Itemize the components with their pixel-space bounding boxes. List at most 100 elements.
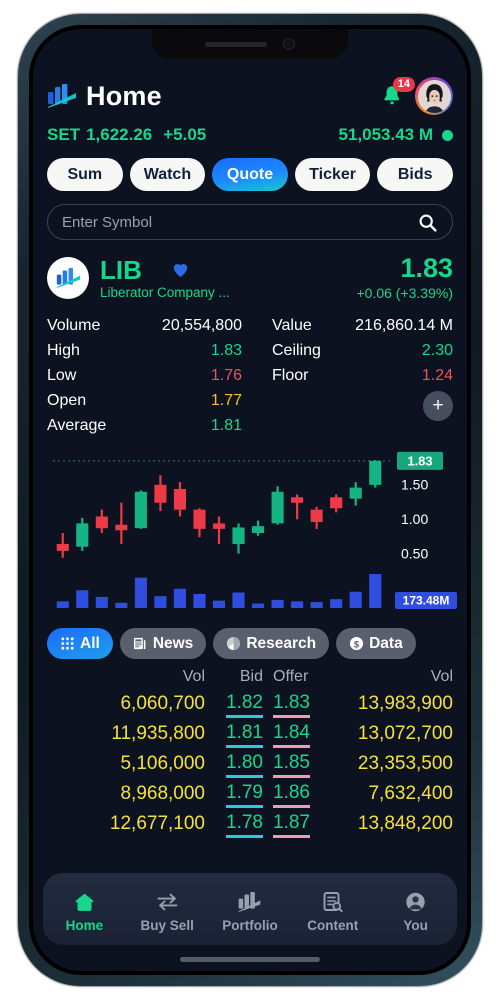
search-input[interactable]: Enter Symbol [62,214,417,231]
col-bid: Bid [239,668,263,685]
offer-volume: 13,072,700 [357,723,453,744]
col-offer: Offer [273,668,309,685]
nav-portfolio[interactable]: Portfolio [209,890,292,933]
stat-label: Volume [47,316,101,334]
home-icon [75,893,94,911]
stat-label: Low [47,366,77,384]
price-chart[interactable]: 1.50 1.00 0.50 1.83 173.48M [47,446,457,620]
search-bar[interactable]: Enter Symbol [47,204,453,240]
market-index-row[interactable]: SET 1,622.26 +5.05 51,053.43 M [47,124,453,146]
dollar-icon: $ [350,636,364,651]
table-row[interactable]: 8,968,000 1.79 1.86 7,632,400 [47,779,453,809]
notifications-button[interactable]: 14 [379,77,415,109]
transfer-arrows-icon [157,893,178,910]
stat-value: 1.24 [421,366,453,384]
bid-price: 1.82 [226,692,263,718]
symbol-logo [47,257,89,299]
stat-label: High [47,341,80,359]
filter-research[interactable]: Research [213,628,330,659]
stat-floor: Floor 1.24 [272,363,453,388]
svg-text:173.48M: 173.48M [403,594,450,608]
tab-quote[interactable]: Quote [212,158,288,191]
stat-value: 216,860.14 M [355,316,453,334]
bid-price: 1.79 [226,782,263,808]
stat-value: 1.77 [210,391,242,409]
liberator-bars-icon [47,83,77,109]
stats-grid: Volume 20,554,800 High 1.83 Low 1.76 Open 1.… [47,313,453,438]
tab-sum[interactable]: Sum [47,158,123,191]
grid-icon [61,637,74,650]
tab-watch[interactable]: Watch [129,158,206,191]
stat-label: Ceiling [272,341,321,359]
offer-volume: 13,848,200 [357,813,453,834]
avatar[interactable] [415,77,453,115]
stat-value: 2.30 [421,341,453,359]
phone-notch [152,29,348,59]
table-row[interactable]: 6,060,700 1.82 1.83 13,983,900 [47,689,453,719]
col-vol-left: Vol [182,668,205,685]
bid-volume: 12,677,100 [109,813,205,834]
person-icon [406,892,425,911]
offer-volume: 13,983,900 [357,693,453,714]
phone-bezel: Home 14 SET 1,622.26 +5.05 51,053.43 M S… [29,25,471,975]
avatar-image [417,79,451,113]
bottom-navigation: Home Buy Sell Portfolio Content You [43,873,457,945]
search-icon[interactable] [417,212,438,233]
nav-label: Portfolio [222,917,278,933]
index-value: 1,622.26 [86,125,153,144]
svg-text:1.00: 1.00 [401,511,428,527]
nav-content[interactable]: Content [291,890,374,933]
nav-buy-sell[interactable]: Buy Sell [126,890,209,933]
app-header: Home 14 [47,77,453,115]
stat-label: Open [47,391,87,409]
offer-volume: 7,632,400 [368,783,453,804]
filter-news[interactable]: News [119,628,207,659]
nav-you[interactable]: You [374,890,457,933]
table-header: Vol Bid Offer Vol [47,665,453,689]
filter-data[interactable]: $ Data [336,628,416,659]
stat-label: Value [272,316,312,334]
bid-volume: 6,060,700 [120,693,205,714]
tab-bids[interactable]: Bids [377,158,453,191]
nav-label: You [403,917,428,933]
bid-price: 1.80 [226,752,263,778]
table-row[interactable]: 5,106,000 1.80 1.85 23,353,500 [47,749,453,779]
bid-offer-table: Vol Bid Offer Vol 6,060,700 1.82 1.83 13… [47,665,453,839]
bid-volume: 5,106,000 [120,753,205,774]
phone-frame: Home 14 SET 1,622.26 +5.05 51,053.43 M S… [18,14,482,986]
offer-price: 1.86 [273,782,310,808]
svg-text:1.50: 1.50 [401,477,428,493]
table-row[interactable]: 11,935,800 1.81 1.84 13,072,700 [47,719,453,749]
offer-price: 1.84 [273,722,310,748]
tab-ticker[interactable]: Ticker [294,158,371,191]
bid-volume: 8,968,000 [120,783,205,804]
add-button[interactable]: + [423,391,453,421]
table-row[interactable]: 12,677,100 1.78 1.87 13,848,200 [47,809,453,839]
filter-label: All [80,634,100,652]
nav-home[interactable]: Home [43,890,126,933]
content-filters: All News Research $ Data [47,628,453,659]
offer-price: 1.87 [273,812,310,838]
stat-volume: Volume 20,554,800 [47,313,242,338]
stat-value: 20,554,800 [161,316,242,334]
app-screen: Home 14 SET 1,622.26 +5.05 51,053.43 M S… [33,29,467,971]
notification-badge: 14 [392,77,415,92]
stat-ceiling: Ceiling 2.30 [272,338,453,363]
research-icon [227,636,241,651]
nav-label: Home [65,917,104,933]
nav-label: Buy Sell [140,917,194,933]
heart-icon[interactable] [172,262,189,278]
filter-all[interactable]: All [47,628,113,659]
stat-value: 1.81 [210,416,242,434]
market-value: 51,053.43 M [338,125,433,144]
index-name: SET [47,125,81,144]
document-search-icon [323,891,343,912]
stat-open: Open 1.77 [47,388,242,413]
liberator-bars-icon [56,268,80,288]
filter-label: News [152,634,194,652]
candlestick-chart: 1.50 1.00 0.50 1.83 173.48M [53,451,457,609]
symbol-row[interactable]: LIB Liberator Company ... 1.83 +0.06 (+3… [47,254,453,302]
filter-label: Data [369,634,403,652]
home-indicator[interactable] [180,957,320,962]
stat-value: 1.83 [210,341,242,359]
